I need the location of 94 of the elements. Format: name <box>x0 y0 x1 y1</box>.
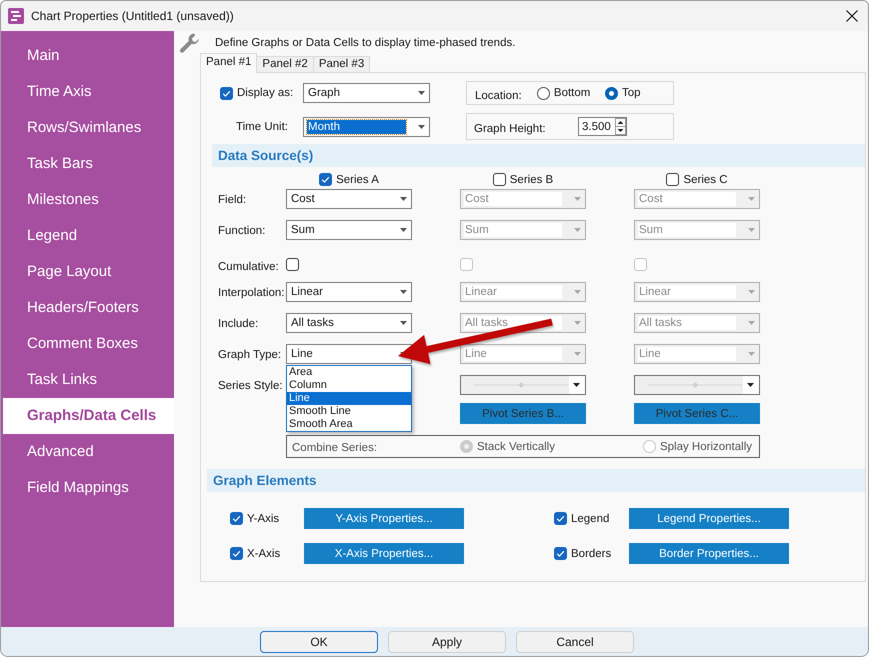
tab[interactable]: Panel #3 <box>312 56 370 72</box>
checkbox[interactable] <box>230 512 243 525</box>
caret-icon <box>574 290 581 294</box>
field-label: Field: <box>218 193 248 208</box>
caret-icon <box>747 383 754 387</box>
caret-icon <box>574 228 581 232</box>
tab[interactable]: Panel #1 <box>200 53 258 73</box>
checkbox-label[interactable]: Borders <box>571 548 612 560</box>
window-title: Chart Properties (Untitled1 (unsaved)) <box>31 9 234 23</box>
checkbox[interactable] <box>554 547 567 560</box>
dropdown[interactable]: Line <box>286 344 412 364</box>
sidebar-item[interactable]: Headers/Footers <box>3 290 174 326</box>
dialog-button[interactable]: Cancel <box>516 630 634 652</box>
checkbox[interactable] <box>220 86 233 100</box>
section-header: Graph Elements <box>207 469 865 492</box>
sidebar-item[interactable]: Page Layout <box>3 254 174 290</box>
number-field[interactable]: 3.500 <box>578 117 627 136</box>
field-label: Interpolation: <box>218 286 286 301</box>
checkbox[interactable] <box>319 173 332 186</box>
caret-icon <box>574 352 581 356</box>
caret-icon <box>748 352 755 356</box>
sidebar-item[interactable]: Field Mappings <box>3 470 174 506</box>
field-label: Cumulative: <box>218 260 280 275</box>
radio-label[interactable]: Top <box>622 87 640 99</box>
checkbox[interactable] <box>554 512 567 525</box>
line-marker-icon <box>474 382 569 388</box>
dropdown-option[interactable]: Area <box>287 366 411 379</box>
radio-label[interactable]: Bottom <box>554 87 590 99</box>
caret-icon <box>748 321 755 325</box>
checkbox-label[interactable]: Series A <box>336 174 379 186</box>
sidebar-item[interactable]: Milestones <box>3 182 174 218</box>
checkbox-label[interactable]: X-Axis <box>247 548 280 560</box>
sidebar-item[interactable]: Task Bars <box>3 146 174 182</box>
properties-button[interactable]: Legend Properties... <box>629 508 789 529</box>
checkbox-label[interactable]: Legend <box>571 512 610 524</box>
section-header: Data Source(s) <box>212 144 865 167</box>
caret-icon <box>400 228 407 232</box>
dialog-button[interactable]: Apply <box>388 630 506 652</box>
dropdown-option[interactable]: Column <box>287 379 411 392</box>
dropdown[interactable]: Linear <box>286 282 412 302</box>
wrench-icon <box>178 32 200 54</box>
dropdown[interactable]: Sum <box>286 220 412 240</box>
caret-icon <box>400 197 407 201</box>
field-label: Series Style: <box>218 379 284 394</box>
sidebar-item[interactable]: Advanced <box>3 434 174 470</box>
sidebar-item[interactable]: Time Axis <box>3 74 174 110</box>
caret-icon <box>418 91 425 95</box>
dropdown[interactable]: Graph <box>303 83 430 103</box>
chart-bars-icon <box>8 8 24 24</box>
field-label: Time Unit: <box>235 121 289 133</box>
caret-icon <box>748 228 755 232</box>
caret-icon <box>573 383 580 387</box>
field-label: Graph Type: <box>218 348 282 363</box>
group-label: Combine Series: <box>292 441 378 454</box>
caret-icon <box>400 290 407 294</box>
sidebar-item[interactable]: Legend <box>3 218 174 254</box>
close-icon[interactable] <box>846 10 858 22</box>
dialog-button[interactable]: OK <box>260 630 378 652</box>
properties-button[interactable]: Border Properties... <box>629 543 789 564</box>
spinner-arrows-icon[interactable] <box>615 118 626 135</box>
sidebar-item[interactable]: Task Links <box>3 362 174 398</box>
tab[interactable]: Panel #2 <box>256 56 314 72</box>
dropdown[interactable]: Month <box>303 117 430 137</box>
caret-icon <box>418 125 425 129</box>
line-style-dropdown[interactable] <box>634 375 760 395</box>
properties-button[interactable]: X-Axis Properties... <box>304 543 464 564</box>
dropdown-option[interactable]: Line <box>287 392 411 405</box>
checkbox[interactable] <box>230 547 243 560</box>
checkbox-label[interactable]: Y-Axis <box>247 512 280 524</box>
field-label: Graph Height: <box>474 122 547 134</box>
description-text: Define Graphs or Data Cells to display time-phased trends. <box>215 37 516 49</box>
field-label: Function: <box>218 224 266 239</box>
properties-button[interactable]: Y-Axis Properties... <box>304 508 464 529</box>
caret-icon <box>574 321 581 325</box>
radio-button[interactable] <box>536 86 550 100</box>
caret-icon <box>400 321 407 325</box>
dropdown[interactable]: All tasks <box>286 313 412 333</box>
sidebar-item[interactable]: Main <box>3 38 174 74</box>
caret-icon <box>574 197 581 201</box>
line-style-dropdown[interactable] <box>460 375 586 395</box>
field-label: Include: <box>218 317 260 332</box>
dropdown[interactable]: Cost <box>286 189 412 209</box>
checkbox[interactable] <box>286 258 299 271</box>
line-marker-icon <box>648 382 743 388</box>
field-label: Location: <box>475 88 523 102</box>
caret-icon <box>748 197 755 201</box>
radio-button[interactable] <box>604 86 618 100</box>
sidebar-item[interactable]: Graphs/Data Cells <box>3 398 174 434</box>
checkbox-label[interactable]: Display as: <box>237 87 303 99</box>
dropdown-option[interactable]: Smooth Line <box>287 405 411 418</box>
caret-icon <box>748 290 755 294</box>
sidebar-item[interactable]: Rows/Swimlanes <box>3 110 174 146</box>
dropdown-option[interactable]: Smooth Area <box>287 418 411 431</box>
sidebar-item[interactable]: Comment Boxes <box>3 326 174 362</box>
